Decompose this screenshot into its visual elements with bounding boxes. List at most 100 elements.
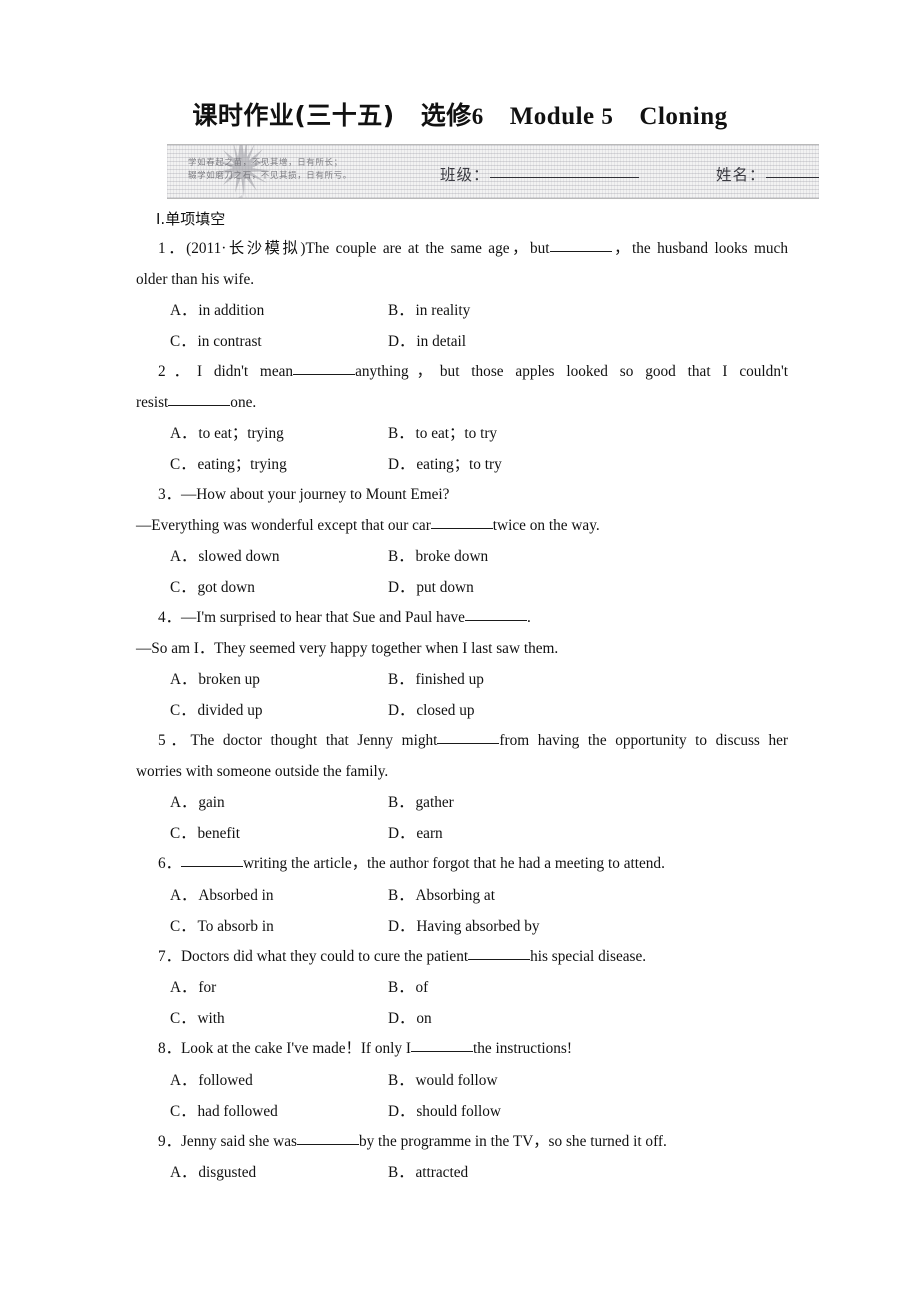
question-2-option-b[interactable]: B． to eat；to try bbox=[388, 418, 497, 449]
name-field-rule[interactable] bbox=[765, 177, 819, 178]
question-8-option-c[interactable]: C． had followed bbox=[170, 1096, 388, 1127]
question-7-blank[interactable] bbox=[468, 958, 531, 960]
question-3-option-d[interactable]: D． put down bbox=[388, 572, 474, 603]
question-7-option-d[interactable]: D． on bbox=[388, 1003, 432, 1034]
option-text: broke down bbox=[415, 548, 489, 565]
name-field[interactable]: 姓名： bbox=[716, 163, 819, 185]
title-chinese-prefix: 课时作业(三十五) bbox=[192, 101, 395, 130]
question-4-option-d[interactable]: D． closed up bbox=[388, 695, 475, 726]
question-8-option-b[interactable]: B． would follow bbox=[388, 1065, 498, 1096]
question-1-option-d[interactable]: D． in detail bbox=[388, 326, 466, 357]
option-key: D． bbox=[388, 1102, 415, 1120]
question-7-option-a[interactable]: A． for bbox=[170, 972, 388, 1003]
question-2-stem-line-2: resist one. bbox=[136, 388, 788, 419]
option-text: benefit bbox=[197, 825, 240, 842]
question-9-stem-line-1: 9．Jenny said she was by the programme in … bbox=[136, 1127, 788, 1158]
option-key: A． bbox=[170, 1071, 197, 1089]
question-6: 6． writing the article，the author forgot … bbox=[136, 849, 788, 942]
question-4-option-c[interactable]: C． divided up bbox=[170, 695, 388, 726]
question-7-stem-a: Doctors did what they could to cure the … bbox=[180, 947, 469, 965]
question-6-option-d[interactable]: D． Having absorbed by bbox=[388, 911, 540, 942]
class-field-rule[interactable] bbox=[489, 177, 639, 178]
question-8: 8．Look at the cake I've made！If only I th… bbox=[136, 1034, 788, 1127]
question-2: 2．I didn't mean anything，but those apples… bbox=[136, 357, 788, 480]
option-text: in contrast bbox=[197, 333, 262, 350]
question-7-option-b[interactable]: B． of bbox=[388, 972, 428, 1003]
question-4: 4．—I'm surprised to hear that Sue and Pa… bbox=[136, 603, 788, 726]
option-key: B． bbox=[388, 886, 414, 904]
option-key: C． bbox=[170, 917, 196, 935]
question-3-stem-line-2: —Everything was wonderful except that ou… bbox=[136, 511, 788, 542]
question-9-number: 9． bbox=[158, 1132, 181, 1150]
question-4-blank[interactable] bbox=[464, 620, 527, 621]
question-7-options-row-2: C． with D． on bbox=[136, 1003, 788, 1034]
question-1-option-b[interactable]: B． in reality bbox=[388, 295, 470, 326]
question-1-option-a[interactable]: A． in addition bbox=[170, 295, 388, 326]
question-6-number: 6． bbox=[158, 855, 181, 872]
question-4-stem-line-2: —So am I．They seemed very happy together… bbox=[136, 639, 559, 657]
option-key: A． bbox=[170, 794, 197, 811]
question-1-stem-line-1: 1．(2011·长沙模拟)The couple are at the same … bbox=[136, 234, 788, 265]
option-text: in detail bbox=[416, 333, 467, 350]
option-text: on bbox=[416, 1010, 432, 1027]
student-info-box: 学如春起之苗，不见其增，日有所长； 辍学如磨刀之石，不见其损，日有所亏。 班级：… bbox=[167, 144, 819, 199]
question-8-options-row-1: A． followed B． would follow bbox=[136, 1065, 788, 1096]
option-text: Having absorbed by bbox=[416, 917, 540, 935]
question-3-blank[interactable] bbox=[430, 527, 493, 529]
worksheet-page: 课时作业(三十五) 选修6 Module 5 Cloning 学如春起之苗，不见其增，… bbox=[0, 0, 920, 1302]
question-1-number: 1． bbox=[158, 240, 187, 257]
question-7-option-c[interactable]: C． with bbox=[170, 1003, 388, 1034]
question-2-stem-line-1: 2．I didn't mean anything，but those apples… bbox=[136, 357, 788, 388]
question-2-blank-2[interactable] bbox=[168, 404, 231, 406]
option-key: A． bbox=[170, 425, 197, 442]
question-2-stem-c: resist bbox=[136, 393, 169, 411]
motto-text: 学如春起之苗，不见其增，日有所长； 辍学如磨刀之石，不见其损，日有所亏。 bbox=[188, 157, 398, 183]
question-4-option-b[interactable]: B． finished up bbox=[388, 664, 484, 695]
question-5-option-b[interactable]: B． gather bbox=[388, 787, 454, 818]
question-3-option-b[interactable]: B． broke down bbox=[388, 541, 488, 572]
option-key: D． bbox=[388, 456, 415, 473]
option-text: slowed down bbox=[198, 548, 280, 565]
option-key: C． bbox=[170, 579, 196, 596]
question-6-blank[interactable] bbox=[180, 866, 243, 867]
question-2-option-a[interactable]: A． to eat；trying bbox=[170, 418, 388, 449]
question-9-options-row-1: A． disgusted B． attracted bbox=[136, 1157, 788, 1188]
question-5-blank[interactable] bbox=[437, 743, 500, 744]
question-1: 1．(2011·长沙模拟)The couple are at the same … bbox=[136, 234, 788, 357]
option-text: for bbox=[198, 979, 217, 996]
question-9-blank[interactable] bbox=[296, 1143, 359, 1145]
question-1-blank[interactable] bbox=[549, 251, 612, 252]
option-key: D． bbox=[388, 825, 415, 842]
option-text: gain bbox=[198, 794, 225, 811]
question-1-options-row-2: C． in contrast D． in detail bbox=[136, 326, 788, 357]
question-5-option-c[interactable]: C． benefit bbox=[170, 818, 388, 849]
option-text: to eat；trying bbox=[198, 425, 284, 442]
question-7-options-row-1: A． for B． of bbox=[136, 972, 788, 1003]
question-5-option-a[interactable]: A． gain bbox=[170, 787, 388, 818]
question-3-stem-c: twice on the way. bbox=[492, 516, 600, 534]
question-2-option-d[interactable]: D． eating；to try bbox=[388, 449, 502, 480]
question-6-option-b[interactable]: B． Absorbing at bbox=[388, 880, 495, 911]
question-5-number: 5． bbox=[158, 732, 191, 749]
option-text: closed up bbox=[416, 702, 475, 719]
question-3-option-c[interactable]: C． got down bbox=[170, 572, 388, 603]
question-2-blank-1[interactable] bbox=[293, 374, 356, 375]
question-5-option-d[interactable]: D． earn bbox=[388, 818, 443, 849]
question-5-stem-a: The doctor thought that Jenny might bbox=[190, 732, 438, 749]
question-8-option-a[interactable]: A． followed bbox=[170, 1065, 388, 1096]
question-8-blank[interactable] bbox=[410, 1051, 473, 1052]
question-2-option-c[interactable]: C． eating；trying bbox=[170, 449, 388, 480]
question-9-option-a[interactable]: A． disgusted bbox=[170, 1157, 388, 1188]
question-6-option-c[interactable]: C． To absorb in bbox=[170, 911, 388, 942]
class-field[interactable]: 班级： bbox=[440, 163, 639, 185]
question-9-option-b[interactable]: B． attracted bbox=[388, 1157, 468, 1188]
option-text: in addition bbox=[198, 302, 265, 319]
question-3-option-a[interactable]: A． slowed down bbox=[170, 541, 388, 572]
question-1-option-c[interactable]: C． in contrast bbox=[170, 326, 388, 357]
option-text: put down bbox=[416, 579, 474, 596]
question-6-stem-line-1: 6． writing the article，the author forgot … bbox=[136, 849, 788, 880]
question-6-option-a[interactable]: A． Absorbed in bbox=[170, 880, 388, 911]
option-text: with bbox=[197, 1010, 225, 1027]
question-8-option-d[interactable]: D． should follow bbox=[388, 1096, 501, 1127]
question-4-option-a[interactable]: A． broken up bbox=[170, 664, 388, 695]
